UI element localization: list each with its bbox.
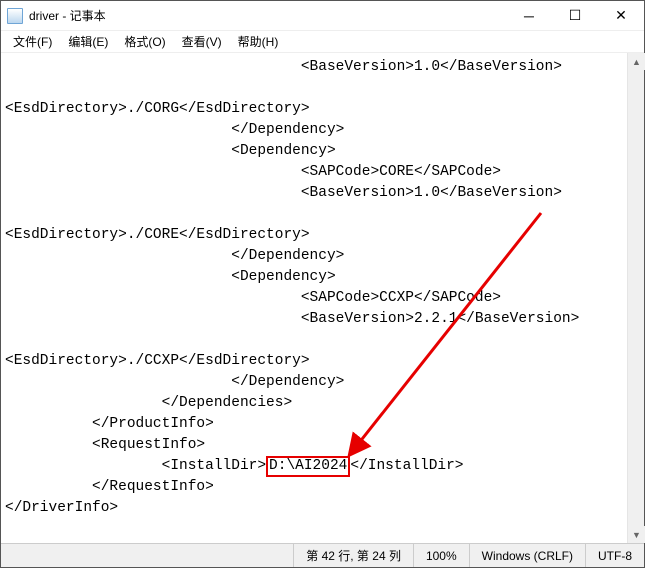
scroll-up-button[interactable]: ▲	[628, 53, 645, 70]
vertical-scrollbar[interactable]: ▲ ▼	[627, 53, 644, 543]
text-line: <BaseVersion>2.2.1</BaseVersion>	[5, 311, 579, 327]
text-line: </RequestInfo>	[5, 479, 214, 495]
text-line: </InstallDir>	[350, 458, 463, 474]
text-line: <BaseVersion>1.0</BaseVersion>	[5, 59, 562, 75]
status-encoding: UTF-8	[585, 544, 644, 567]
text-line: </Dependencies>	[5, 395, 292, 411]
menu-edit[interactable]: 编辑(E)	[60, 31, 116, 52]
notepad-icon	[7, 8, 23, 24]
text-line: <SAPCode>CORE</SAPCode>	[5, 164, 501, 180]
text-line: <Dependency>	[5, 269, 336, 285]
text-line: </DriverInfo>	[5, 500, 118, 516]
maximize-button[interactable]: ☐	[552, 1, 598, 31]
status-eol: Windows (CRLF)	[469, 544, 585, 567]
menu-view[interactable]: 查看(V)	[174, 31, 230, 52]
text-line: </ProductInfo>	[5, 416, 214, 432]
titlebar: driver - 记事本 ─ ☐ ✕	[1, 1, 644, 31]
editor-content[interactable]: <BaseVersion>1.0</BaseVersion> <EsdDirec…	[1, 53, 644, 543]
menu-format[interactable]: 格式(O)	[116, 31, 173, 52]
text-line: </Dependency>	[5, 122, 344, 138]
status-zoom: 100%	[413, 544, 469, 567]
scroll-down-button[interactable]: ▼	[628, 526, 645, 543]
status-position: 第 42 行, 第 24 列	[293, 544, 413, 567]
text-line: <EsdDirectory>./CORE</EsdDirectory>	[5, 227, 310, 243]
annotation-arrow	[331, 203, 561, 473]
text-line: <RequestInfo>	[5, 437, 205, 453]
menu-file[interactable]: 文件(F)	[5, 31, 60, 52]
menu-help[interactable]: 帮助(H)	[230, 31, 287, 52]
close-button[interactable]: ✕	[598, 1, 644, 31]
text-line: <EsdDirectory>./CORG</EsdDirectory>	[5, 101, 310, 117]
text-line: <EsdDirectory>./CCXP</EsdDirectory>	[5, 353, 310, 369]
text-line: </Dependency>	[5, 248, 344, 264]
text-line: <InstallDir>	[5, 458, 266, 474]
minimize-button[interactable]: ─	[506, 1, 552, 31]
statusbar: 第 42 行, 第 24 列 100% Windows (CRLF) UTF-8	[1, 543, 644, 567]
text-line: <BaseVersion>1.0</BaseVersion>	[5, 185, 562, 201]
text-line: <Dependency>	[5, 143, 336, 159]
window-title: driver - 记事本	[29, 7, 106, 24]
text-line: </Dependency>	[5, 374, 344, 390]
text-line: <SAPCode>CCXP</SAPCode>	[5, 290, 501, 306]
highlighted-install-dir: D:\AI2024	[266, 456, 350, 477]
menubar: 文件(F) 编辑(E) 格式(O) 查看(V) 帮助(H)	[1, 31, 644, 53]
